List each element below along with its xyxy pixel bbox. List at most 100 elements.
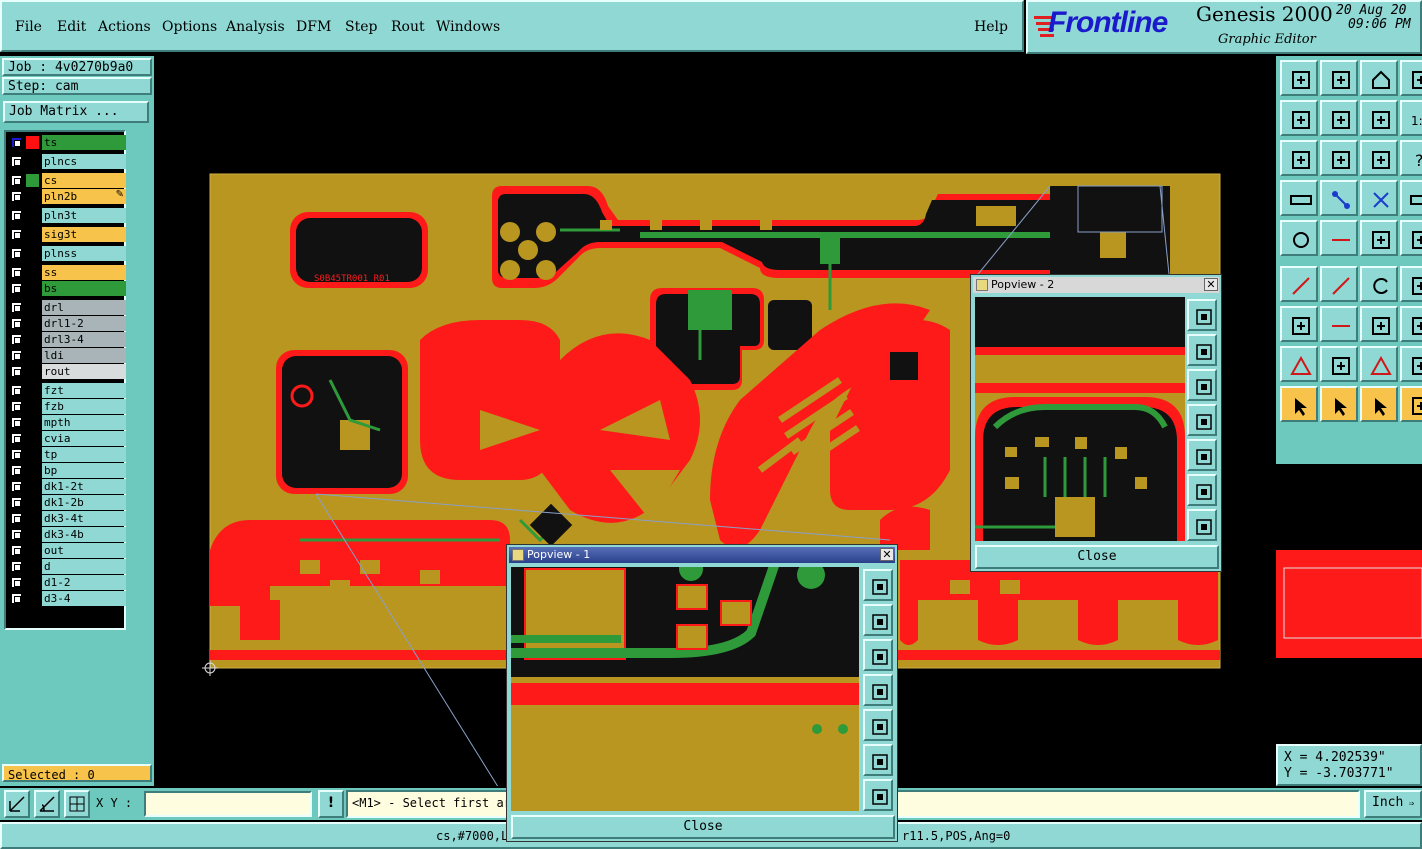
pan-right-button[interactable] (863, 709, 893, 741)
layer-checkbox[interactable] (11, 513, 22, 524)
popview-1-close-button[interactable]: Close (511, 815, 895, 839)
zoom-out-button[interactable] (863, 779, 893, 811)
layer-row-ldi[interactable]: ldi (8, 348, 126, 363)
alert-button[interactable]: ! (318, 790, 344, 818)
xy-input[interactable] (144, 791, 312, 817)
menu-help[interactable]: Help (974, 19, 1008, 35)
layer-row-ts[interactable]: ts (8, 135, 126, 150)
popview-2-close-button[interactable]: Close (975, 545, 1219, 569)
pan-down-button[interactable] (863, 639, 893, 671)
fit-button[interactable] (863, 744, 893, 776)
tool-button-net[interactable] (1320, 180, 1358, 216)
pan-up-button[interactable] (1187, 334, 1217, 366)
tool-button-zoom-in[interactable] (1320, 60, 1358, 96)
tool-button-peak[interactable] (1360, 346, 1398, 382)
layer-row-out[interactable]: out (8, 543, 126, 558)
menu-windows[interactable]: Windows (436, 19, 500, 35)
pan-up-button[interactable] (863, 604, 893, 636)
layer-row-bs[interactable]: bs (8, 281, 126, 296)
tool-button-zoom-fit[interactable] (1400, 60, 1422, 96)
layer-row-d[interactable]: d (8, 559, 126, 574)
pan-left-button[interactable] (1187, 404, 1217, 436)
layer-checkbox[interactable] (11, 577, 22, 588)
layer-row-plncs[interactable]: plncs (8, 154, 126, 169)
menu-dfm[interactable]: DFM (296, 19, 331, 35)
layer-checkbox[interactable] (11, 593, 22, 604)
layer-checkbox[interactable] (11, 248, 22, 259)
layer-row-plnss[interactable]: plnss (8, 246, 126, 261)
menu-analysis[interactable]: Analysis (226, 19, 285, 35)
layer-row-cvia[interactable]: cvia (8, 431, 126, 446)
pan-down-button[interactable] (1187, 369, 1217, 401)
layer-row-bp[interactable]: bp (8, 463, 126, 478)
layer-row-cs[interactable]: cs (8, 173, 126, 188)
menu-rout[interactable]: Rout (391, 19, 425, 35)
tool-button-ruler[interactable] (1400, 180, 1422, 216)
layer-row-fzb[interactable]: fzb (8, 399, 126, 414)
layer-row-dk1-2b[interactable]: dk1-2b (8, 495, 126, 510)
layer-checkbox[interactable] (11, 350, 22, 361)
tool-button-point[interactable] (1280, 306, 1318, 342)
layer-checkbox[interactable] (11, 191, 22, 202)
tool-button-pan-left[interactable] (1280, 100, 1318, 136)
layer-row-drl1-2[interactable]: drl1-2 (8, 316, 126, 331)
layer-checkbox[interactable] (11, 318, 22, 329)
tool-button-line[interactable] (1280, 266, 1318, 302)
tool-button-ratio[interactable] (1360, 140, 1398, 176)
layer-checkbox[interactable] (11, 267, 22, 278)
tool-button-step[interactable] (1400, 386, 1422, 422)
popview-2-view[interactable] (975, 297, 1185, 541)
tool-button-frame[interactable] (1280, 60, 1318, 96)
tool-button-triangle[interactable] (1280, 346, 1318, 382)
layer-checkbox[interactable] (11, 481, 22, 492)
layer-row-tp[interactable]: tp (8, 447, 126, 462)
layer-row-dk3-4b[interactable]: dk3-4b (8, 527, 126, 542)
tool-button-dim[interactable] (1400, 346, 1422, 382)
layer-checkbox[interactable] (11, 210, 22, 221)
pan-right-button[interactable] (1187, 439, 1217, 471)
tool-button-one-to-two[interactable]: 1:2 (1400, 100, 1422, 136)
tool-button-line[interactable] (1320, 266, 1358, 302)
job-matrix-button[interactable]: Job Matrix ... (3, 101, 149, 123)
layer-checkbox[interactable] (11, 449, 22, 460)
tool-button-angle[interactable] (1320, 346, 1358, 382)
close-icon[interactable]: ✕ (880, 548, 894, 561)
layer-checkbox[interactable] (11, 229, 22, 240)
menu-actions[interactable]: Actions (98, 19, 151, 35)
tool-button-undo-zoom[interactable] (1360, 100, 1398, 136)
layer-checkbox[interactable] (11, 175, 22, 186)
snap-mode-button[interactable] (4, 790, 30, 818)
popview-2-titlebar[interactable]: Popview - 2 ✕ (973, 277, 1219, 293)
tool-button-select[interactable] (1320, 386, 1358, 422)
layer-checkbox[interactable] (11, 545, 22, 556)
popview-1-titlebar[interactable]: Popview - 1 ✕ (509, 547, 895, 563)
tool-button-circle[interactable] (1280, 220, 1318, 256)
tool-button-pan-right[interactable] (1320, 100, 1358, 136)
units-button[interactable]: Inch ⇒ (1364, 790, 1422, 818)
layer-checkbox[interactable] (11, 137, 22, 148)
menu-file[interactable]: File (15, 19, 42, 35)
popview-1-view[interactable] (511, 567, 859, 811)
layer-row-d1-2[interactable]: d1-2 (8, 575, 126, 590)
layer-row-drl3-4[interactable]: drl3-4 (8, 332, 126, 347)
layer-checkbox[interactable] (11, 561, 22, 572)
layer-row-d3-4[interactable]: d3-4 (8, 591, 126, 606)
tool-button-route[interactable] (1360, 220, 1398, 256)
zoom-out-button[interactable] (1187, 509, 1217, 541)
tool-button-help[interactable]: ? (1400, 140, 1422, 176)
layer-checkbox[interactable] (11, 497, 22, 508)
tool-button-fit-center[interactable] (1320, 140, 1358, 176)
menu-step[interactable]: Step (345, 19, 377, 35)
menu-options[interactable]: Options (162, 19, 217, 35)
layer-row-dk1-2t[interactable]: dk1-2t (8, 479, 126, 494)
layer-checkbox[interactable] (11, 283, 22, 294)
layer-row-fzt[interactable]: fzt (8, 383, 126, 398)
layer-checkbox[interactable] (11, 334, 22, 345)
close-icon[interactable]: ✕ (1204, 278, 1218, 291)
layer-row-dk3-4t[interactable]: dk3-4t (8, 511, 126, 526)
layer-checkbox[interactable] (11, 417, 22, 428)
pan-left-button[interactable] (863, 674, 893, 706)
layer-checkbox[interactable] (11, 433, 22, 444)
layer-checkbox[interactable] (11, 156, 22, 167)
grid-snap-button[interactable] (64, 790, 90, 818)
